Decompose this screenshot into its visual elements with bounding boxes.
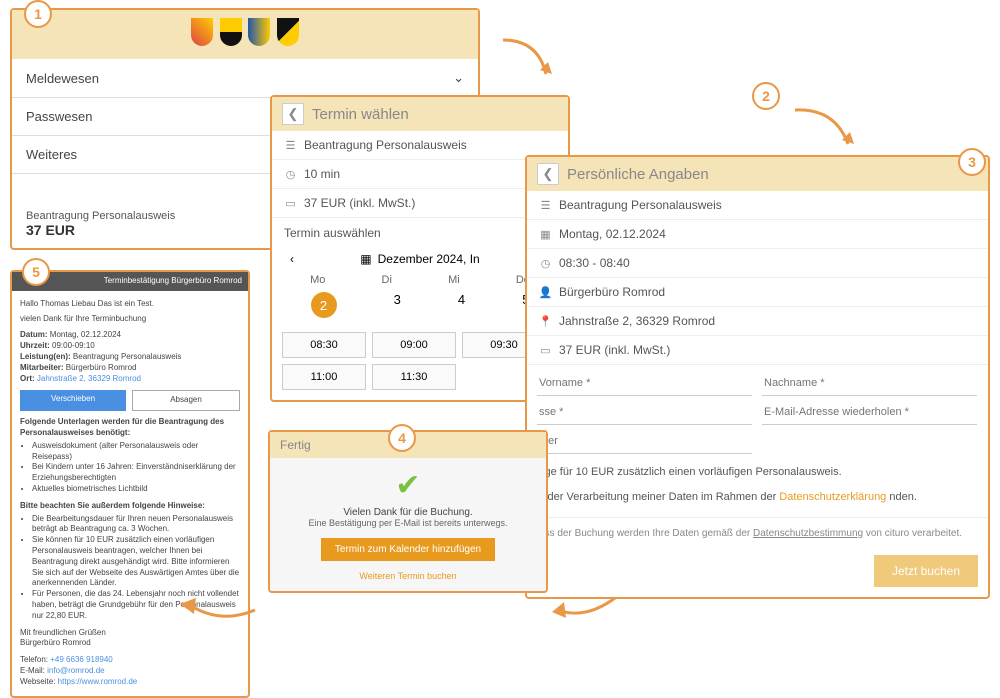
flow-arrow-icon [550,590,620,635]
contact-email: E-Mail: info@romrod.de [20,666,240,677]
back-button[interactable]: ❮ [537,163,559,185]
step-badge-1: 1 [24,0,52,28]
nav-label: Weiteres [26,147,77,162]
step-badge-5: 5 [22,258,50,286]
time-slots: 08:30 09:00 09:30 11:00 11:30 [272,326,568,400]
address-link[interactable]: Jahnstraße 2, 36329 Romrod [37,374,141,383]
checkmark-icon: ✔ [280,468,536,503]
coat-of-arms-icon [248,18,270,46]
select-label: Termin auswählen [272,218,568,248]
list-icon: ☰ [539,199,552,212]
nav-label: Meldewesen [26,71,99,86]
step-badge-4: 4 [388,424,416,452]
detail-row: Uhrzeit: 09:00-09:10 [20,341,240,352]
money-icon: ▭ [284,197,297,210]
clock-icon: ◷ [284,168,297,181]
info-cost: ▭37 EUR (inkl. MwSt.) [527,336,988,365]
person-icon: 👤 [539,286,552,299]
contact-tel: Telefon: +49 6636 918940 [20,655,240,666]
detail-row: Leistung(en): Beantragung Personalauswei… [20,352,240,363]
firstname-input[interactable] [537,371,752,396]
info-time: ◷08:30 - 08:40 [527,249,988,278]
day-headers: MoDiMiDo [272,270,568,290]
consent-privacy[interactable]: it der Verarbeitung meiner Daten im Rahm… [527,485,988,510]
coat-of-arms-icon [277,18,299,46]
contact-web: Webseite: https://www.romrod.de [20,677,240,688]
notes-heading: Bitte beachten Sie außerdem folgende Hin… [20,501,240,512]
nav-label: Passwesen [26,109,92,124]
list-icon: ☰ [284,139,297,152]
phone-input[interactable] [537,429,752,454]
info-cost: ▭37 EUR (inkl. MwSt.) [272,189,568,218]
date-cell[interactable]: 4 [458,292,465,318]
reschedule-button[interactable]: Verschieben [20,390,126,411]
email-input[interactable] [537,400,752,425]
coat-of-arms-icon [220,18,242,46]
money-icon: ▭ [539,344,552,357]
info-location: 👤Bürgerbüro Romrod [527,278,988,307]
consent-provisional[interactable]: tige für 10 EUR zusätzlich einen vorläuf… [527,460,988,485]
date-cell[interactable]: 3 [394,292,401,318]
panel-header: ❮ Persönliche Angaben [527,157,988,191]
month-nav: ‹ ▦ Dezember 2024, In [272,248,568,270]
date-row: 2 3 4 5 [272,290,568,326]
prev-month-button[interactable]: ‹ [290,252,294,266]
panel-title: Persönliche Angaben [567,166,709,183]
time-slot[interactable]: 11:30 [372,364,456,390]
clock-icon: ◷ [539,257,552,270]
flow-arrow-icon [180,590,260,635]
info-service: ☰Beantragung Personalausweis [527,191,988,220]
panel-title: Termin wählen [312,106,409,123]
docs-heading: Folgende Unterlagen werden für die Beant… [20,417,240,439]
calendar-icon: ▦ [360,252,371,266]
cancel-button[interactable]: Absagen [132,390,240,411]
date-selected[interactable]: 2 [311,292,337,318]
book-now-button[interactable]: Jetzt buchen [874,555,978,587]
tel-link[interactable]: +49 6636 918940 [50,655,113,664]
nav-meldewesen[interactable]: Meldewesen ⌄ [12,59,478,98]
panel-done: Fertig ✔ Vielen Dank für die Buchung. Ei… [268,430,548,593]
time-slot[interactable]: 08:30 [282,332,366,358]
back-button[interactable]: ❮ [282,103,304,125]
email-repeat-input[interactable] [762,400,977,425]
info-date: ▦Montag, 02.12.2024 [527,220,988,249]
detail-row: Datum: Montag, 02.12.2024 [20,330,240,341]
info-address: 📍Jahnstraße 2, 36329 Romrod [527,307,988,336]
book-another-link[interactable]: Weiteren Termin buchen [280,571,536,581]
lastname-input[interactable] [762,371,977,396]
chevron-down-icon: ⌄ [453,70,464,86]
logo-bar [12,10,478,59]
panel-personal-details: ❮ Persönliche Angaben ☰Beantragung Perso… [525,155,990,599]
time-slot[interactable]: 11:00 [282,364,366,390]
greeting: Hallo Thomas Liebau Das ist ein Test. [20,299,240,310]
step-badge-2: 2 [752,82,780,110]
docs-list: Ausweisdokument (alter Personalausweis o… [32,441,240,495]
web-link[interactable]: https://www.romrod.de [58,677,138,686]
info-duration: ◷10 min [272,160,568,189]
month-label: Dezember 2024, In [378,252,480,266]
thank-you-text: Vielen Dank für die Buchung. [280,507,536,518]
step-badge-3: 3 [958,148,986,176]
time-slot[interactable]: 09:00 [372,332,456,358]
pin-icon: 📍 [539,315,552,328]
flow-arrow-icon [790,100,860,165]
calendar-icon: ▦ [539,228,552,241]
flow-arrow-icon [498,30,558,95]
detail-row: Ort: Jahnstraße 2, 36329 Romrod [20,374,240,385]
thanks-text: vielen Dank für Ihre Terminbuchung [20,314,240,325]
processing-hint: uss der Buchung werden Ihre Daten gemäß … [527,517,988,549]
email-link[interactable]: info@romrod.de [47,666,104,675]
input-group [527,365,988,460]
detail-row: Mitarbeiter: Bürgerbüro Romrod [20,363,240,374]
info-service: ☰Beantragung Personalausweis [272,131,568,160]
panel-header: ❮ Termin wählen [272,97,568,131]
email-sent-text: Eine Bestätigung per E-Mail ist bereits … [280,518,536,528]
coat-of-arms-icon [191,18,213,46]
signoff-name: Bürgerbüro Romrod [20,638,240,649]
add-to-calendar-button[interactable]: Termin zum Kalender hinzufügen [321,538,495,561]
privacy-link[interactable]: Datenschutzerklärung [779,491,886,503]
